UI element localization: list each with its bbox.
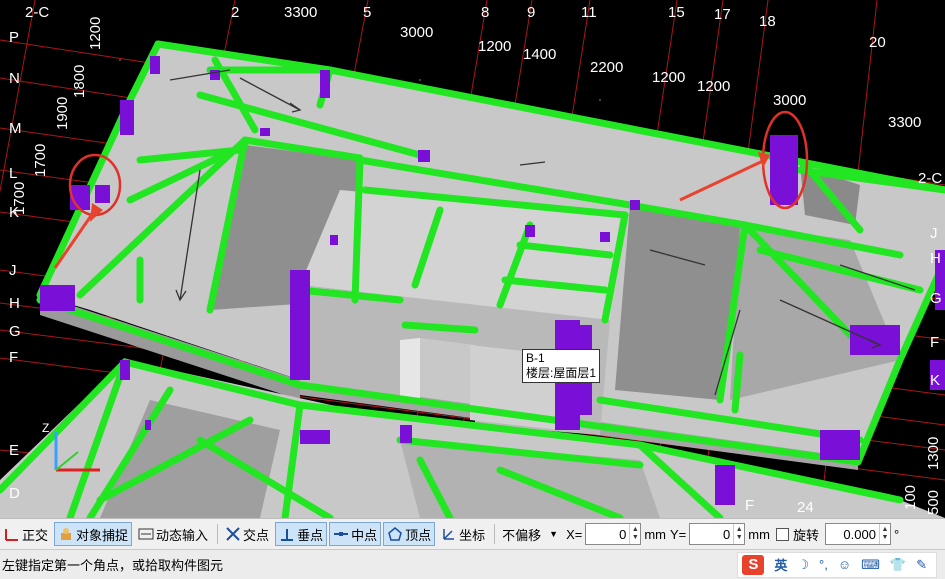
tooltip-element-name: B-1 bbox=[526, 351, 545, 365]
tooltip-floor: 楼层:屋面层1 bbox=[526, 366, 597, 380]
ime-toolbar[interactable]: S 英 ☽ °, ☺ ⌨ 👕 ✎ bbox=[737, 551, 937, 578]
emoji-icon[interactable]: ☺ bbox=[838, 557, 851, 572]
object-snap-toggle[interactable]: 对象捕捉 bbox=[54, 522, 133, 546]
status-message: 左键指定第一个角点，或拾取构件图元 bbox=[2, 558, 224, 573]
grid-label: N bbox=[9, 70, 20, 87]
dynamic-input-icon bbox=[138, 528, 154, 540]
ime-language-toggle[interactable]: 英 bbox=[774, 555, 787, 574]
grid-label: 9 bbox=[527, 4, 535, 21]
dimension-label: 1700 bbox=[32, 144, 49, 177]
ortho-icon bbox=[5, 529, 18, 541]
dimension-label: 1400 bbox=[523, 46, 556, 63]
perpendicular-snap-toggle[interactable]: 垂点 bbox=[275, 522, 328, 546]
vertex-icon bbox=[388, 527, 402, 541]
element-tooltip: B-1 楼层:屋面层1 bbox=[522, 349, 601, 383]
grid-label: 8 bbox=[481, 4, 489, 21]
toolbar-divider bbox=[494, 524, 496, 544]
grid-label: 5 bbox=[363, 4, 371, 21]
grid-label: G bbox=[9, 323, 21, 340]
x-offset-input[interactable]: 0 ▲ ▼ bbox=[585, 523, 642, 545]
dimension-label: 3300 bbox=[284, 4, 317, 21]
grid-label: J bbox=[930, 225, 938, 242]
snap-toolbar: 正交 对象捕捉 动态输入 交点 垂点 中点 顶点 坐标 不偏移 ▼ X= 0 ▲… bbox=[0, 518, 945, 549]
dimension-label: 1800 bbox=[71, 65, 88, 98]
dimension-label: 3000 bbox=[400, 24, 433, 41]
grid-label: F bbox=[9, 349, 18, 366]
intersection-icon bbox=[226, 527, 240, 541]
dimension-label: 1200 bbox=[87, 17, 104, 50]
grid-label: F bbox=[930, 334, 939, 351]
rotate-checkbox[interactable] bbox=[775, 527, 789, 541]
coordinate-snap-toggle[interactable]: 坐标 bbox=[437, 522, 489, 546]
dimension-label: 1300 bbox=[925, 437, 942, 470]
tools-icon[interactable]: ✎ bbox=[916, 557, 927, 573]
dimension-label: 3000 bbox=[773, 92, 806, 109]
toolbar-divider bbox=[217, 524, 219, 544]
grid-label: L bbox=[9, 165, 17, 182]
midpoint-snap-toggle[interactable]: 中点 bbox=[329, 522, 382, 546]
grid-label: 2-C bbox=[25, 4, 49, 21]
status-bar: 左键指定第一个角点，或拾取构件图元 S 英 ☽ °, ☺ ⌨ 👕 ✎ bbox=[0, 549, 945, 579]
chevron-down-icon: ▼ bbox=[549, 529, 559, 539]
grid-label: 11 bbox=[581, 4, 597, 21]
x-unit-label: mm bbox=[644, 526, 666, 542]
dimension-label: 500 bbox=[925, 490, 942, 515]
dynamic-input-toggle[interactable]: 动态输入 bbox=[134, 522, 212, 546]
y-label: Y= bbox=[670, 526, 687, 542]
intersection-snap-toggle[interactable]: 交点 bbox=[221, 522, 273, 546]
grid-label: J bbox=[9, 262, 17, 279]
dimension-label: 1900 bbox=[54, 97, 71, 130]
x-label: X= bbox=[566, 526, 583, 542]
3d-model-viewport[interactable]: 2-C 2 3300 5 3000 8 9 11 15 17 18 20 120… bbox=[0, 0, 945, 518]
spin-arrows-icon[interactable]: ▲ ▼ bbox=[629, 524, 640, 544]
vertex-snap-toggle[interactable]: 顶点 bbox=[383, 522, 436, 546]
offset-mode-select[interactable]: 不偏移 ▼ bbox=[498, 522, 562, 546]
grid-label: G bbox=[930, 290, 942, 307]
degree-symbol: ° bbox=[893, 526, 900, 542]
grid-label: P bbox=[9, 29, 19, 46]
grid-label: H bbox=[9, 295, 20, 312]
moon-icon[interactable]: ☽ bbox=[797, 557, 809, 573]
grid-label: 18 bbox=[759, 13, 776, 30]
axis-z-label: Z bbox=[42, 421, 49, 435]
keyboard-icon[interactable]: ⌨ bbox=[861, 557, 880, 573]
grid-label: K bbox=[930, 372, 940, 389]
grid-label: 2-C bbox=[918, 170, 942, 187]
rotate-label: 旋转 bbox=[792, 527, 819, 543]
skin-icon[interactable]: 👕 bbox=[890, 557, 906, 573]
grid-label: 15 bbox=[668, 4, 685, 21]
y-unit-label: mm bbox=[748, 526, 770, 542]
dimension-label: 1700 bbox=[11, 182, 28, 215]
grid-label: 2 bbox=[231, 4, 239, 21]
dimension-label: 1200 bbox=[478, 38, 511, 55]
ime-logo-icon[interactable]: S bbox=[742, 554, 765, 575]
y-offset-input[interactable]: 0 ▲ ▼ bbox=[689, 523, 746, 545]
grid-label: F bbox=[745, 497, 754, 514]
spin-arrows-icon[interactable]: ▲ ▼ bbox=[878, 524, 890, 544]
dimension-label: 1200 bbox=[697, 78, 730, 95]
coordinate-icon bbox=[443, 529, 455, 540]
midpoint-icon bbox=[334, 532, 349, 536]
object-snap-icon bbox=[61, 528, 72, 540]
spin-arrows-icon[interactable]: ▲ ▼ bbox=[733, 524, 744, 544]
punctuation-icon[interactable]: °, bbox=[819, 557, 828, 572]
rotate-input[interactable]: 0.000 ▲ ▼ bbox=[824, 523, 891, 545]
dimension-label: 3300 bbox=[888, 114, 921, 131]
grid-label: D bbox=[9, 485, 20, 502]
grid-label: E bbox=[9, 442, 19, 459]
dimension-label: 2200 bbox=[590, 59, 623, 76]
perpendicular-icon bbox=[281, 529, 294, 541]
grid-label: 17 bbox=[714, 6, 731, 23]
ortho-toggle[interactable]: 正交 bbox=[0, 522, 52, 546]
grid-label: 24 bbox=[797, 499, 814, 516]
grid-label: M bbox=[9, 120, 22, 137]
grid-label: 20 bbox=[869, 34, 886, 51]
dimension-label: 1200 bbox=[652, 69, 685, 86]
dimension-label: 100 bbox=[902, 485, 919, 510]
grid-label: H bbox=[930, 250, 941, 267]
